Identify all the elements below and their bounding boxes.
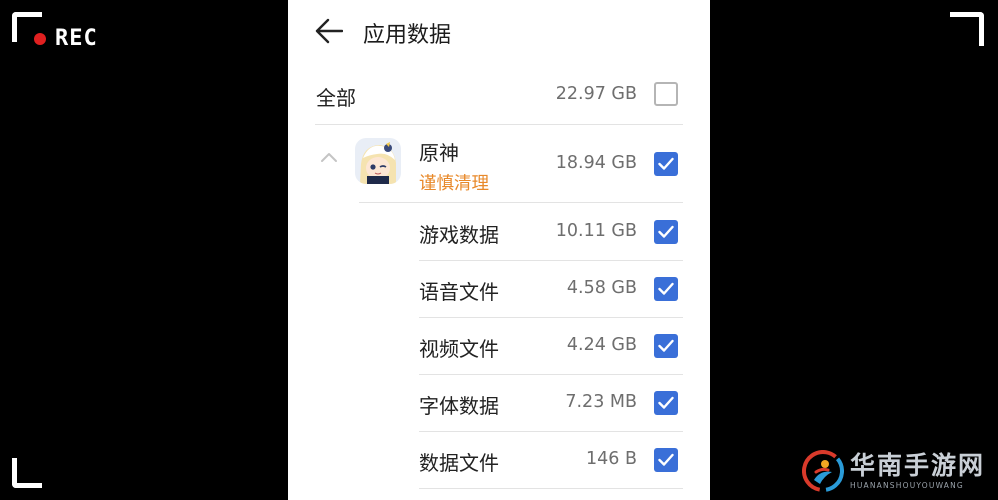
list-item[interactable]: 数据文件 146 B	[288, 431, 710, 488]
item-size: 10.11 GB	[555, 221, 637, 241]
watermark-subtitle: HUANANSHOUYOUWANG	[850, 481, 964, 490]
header: 应用数据	[288, 0, 710, 62]
total-label: 全部	[316, 86, 356, 110]
page-title: 应用数据	[363, 23, 452, 48]
frame-corner-bottom-left	[12, 458, 42, 488]
item-size: 4.58 GB	[566, 278, 637, 298]
app-data-screen: 应用数据 全部 22.97 GB 原神 谨慎清理 18.94 GB 游戏数据 1…	[288, 0, 710, 500]
app-warning-label: 谨慎清理	[419, 174, 489, 194]
item-checkbox[interactable]	[654, 220, 678, 244]
list-item[interactable]: 视频文件 4.24 GB	[288, 317, 710, 374]
list-item[interactable]: 语音文件 4.58 GB	[288, 260, 710, 317]
recording-indicator: REC	[34, 26, 98, 51]
item-checkbox[interactable]	[654, 334, 678, 358]
divider	[419, 488, 683, 489]
watermark: 华南手游网 HUANANSHOUYOUWANG	[802, 450, 985, 492]
total-row[interactable]: 全部 22.97 GB	[288, 62, 710, 124]
item-label: 数据文件	[419, 451, 499, 475]
app-name: 原神	[419, 141, 459, 165]
item-label: 视频文件	[419, 337, 499, 361]
watermark-logo-icon	[802, 450, 844, 492]
app-row[interactable]: 原神 谨慎清理 18.94 GB	[288, 126, 710, 200]
item-checkbox[interactable]	[654, 391, 678, 415]
app-size: 18.94 GB	[555, 153, 637, 173]
checkmark-icon	[658, 282, 674, 295]
app-checkbox[interactable]	[654, 152, 678, 176]
chevron-up-icon[interactable]	[320, 151, 338, 163]
checkmark-icon	[658, 453, 674, 466]
item-label: 游戏数据	[419, 223, 499, 247]
back-arrow-icon[interactable]	[315, 18, 343, 44]
item-checkbox[interactable]	[654, 277, 678, 301]
checkmark-icon	[658, 396, 674, 409]
checkmark-icon	[658, 225, 674, 238]
item-checkbox[interactable]	[654, 448, 678, 472]
recording-label: REC	[55, 26, 98, 51]
item-size: 146 B	[586, 449, 637, 469]
frame-corner-top-right	[950, 12, 984, 46]
list-item[interactable]: 字体数据 7.23 MB	[288, 374, 710, 431]
watermark-title: 华南手游网	[850, 451, 986, 480]
item-label: 语音文件	[419, 280, 499, 304]
item-size: 7.23 MB	[565, 392, 637, 412]
divider	[315, 124, 683, 125]
checkmark-icon	[658, 157, 674, 170]
genshin-app-icon	[355, 138, 401, 184]
checkmark-icon	[658, 339, 674, 352]
total-size: 22.97 GB	[555, 84, 637, 104]
item-label: 字体数据	[419, 394, 499, 418]
item-size: 4.24 GB	[566, 335, 637, 355]
record-dot-icon	[34, 32, 46, 45]
select-all-checkbox[interactable]	[654, 82, 678, 106]
list-item[interactable]: 游戏数据 10.11 GB	[288, 203, 710, 260]
